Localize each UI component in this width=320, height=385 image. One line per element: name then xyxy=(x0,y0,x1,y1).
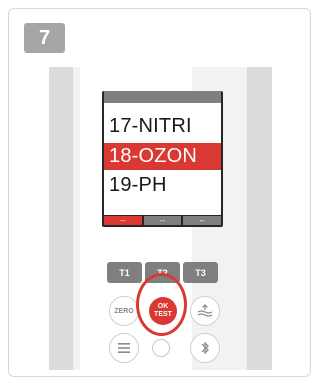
softkey-bar: -- -- -- xyxy=(104,216,222,225)
highlight-ring xyxy=(136,273,187,336)
bluetooth-icon xyxy=(201,341,209,355)
softkey-1[interactable]: -- xyxy=(104,216,142,225)
indicator-light xyxy=(152,339,170,357)
bluetooth-button[interactable] xyxy=(190,333,220,363)
fill-button[interactable] xyxy=(190,296,220,326)
step-number-badge: 7 xyxy=(24,23,65,53)
zero-label: ZERO xyxy=(114,307,134,315)
menu-icon xyxy=(118,343,130,353)
t3-button[interactable]: T3 xyxy=(183,262,218,283)
t1-button[interactable]: T1 xyxy=(107,262,142,283)
device-screen: 17-NITRI 18-OZON 19-PH -- -- -- xyxy=(102,91,223,227)
screen-menu: 17-NITRI 18-OZON 19-PH xyxy=(104,103,221,215)
water-fill-icon xyxy=(197,304,213,317)
menu-item-nitri[interactable]: 17-NITRI xyxy=(109,115,192,137)
menu-button[interactable] xyxy=(109,333,139,363)
screen-header-bar xyxy=(104,91,221,103)
menu-item-ph[interactable]: 19-PH xyxy=(109,174,167,196)
softkey-3[interactable]: -- xyxy=(183,216,222,225)
zero-button[interactable]: ZERO xyxy=(109,296,139,326)
softkey-2[interactable]: -- xyxy=(143,216,182,225)
menu-item-ozon-selected[interactable]: 18-OZON xyxy=(104,143,221,170)
device-photo: 17-NITRI 18-OZON 19-PH -- -- -- T1 T2 T3… xyxy=(49,67,272,370)
